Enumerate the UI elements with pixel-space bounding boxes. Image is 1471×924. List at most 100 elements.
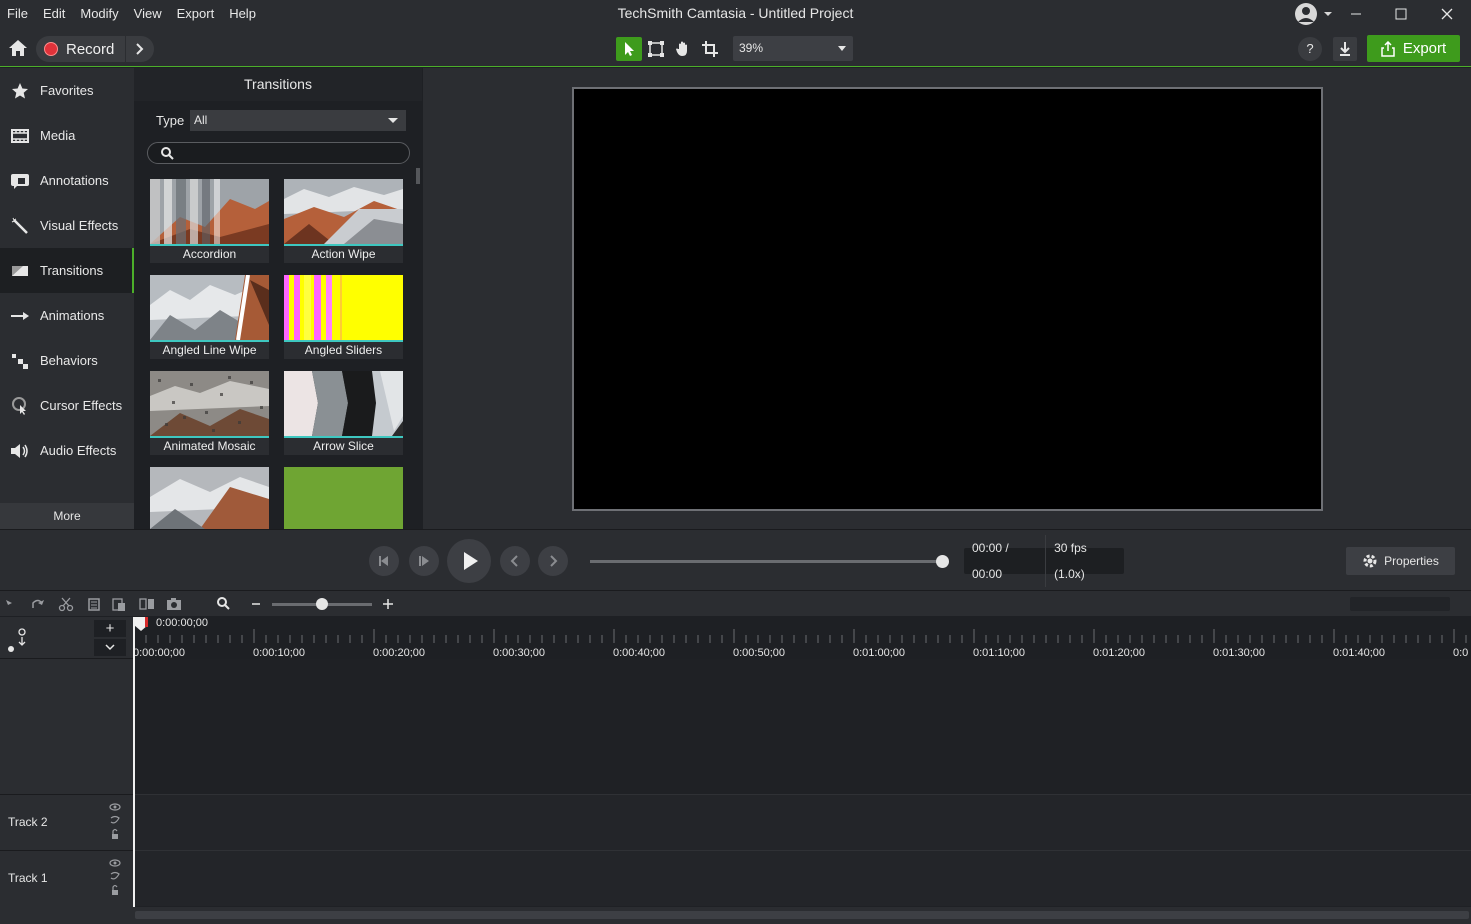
record-options-button[interactable] (126, 36, 154, 62)
sidebar-item-audio-effects[interactable]: Audio Effects (0, 428, 134, 473)
zoom-value: 39% (739, 41, 764, 55)
transition-thumb-angled-sliders[interactable]: Angled Sliders (284, 275, 403, 359)
scrub-track[interactable] (590, 560, 942, 563)
paste-button[interactable] (111, 596, 127, 612)
track-lane-1[interactable] (133, 850, 1471, 906)
sidebar-item-favorites[interactable]: Favorites (0, 68, 134, 113)
track-visibility-icon[interactable] (108, 857, 122, 901)
zoom-in-button[interactable] (380, 596, 396, 612)
playhead-handle[interactable] (134, 617, 148, 631)
scrollbar-thumb[interactable] (135, 911, 1469, 919)
type-value: All (194, 113, 208, 127)
redo-button[interactable] (30, 596, 46, 612)
play-button[interactable] (447, 539, 491, 583)
preview-canvas[interactable] (572, 87, 1323, 511)
redo-icon (32, 599, 44, 608)
undo-button[interactable] (4, 596, 20, 612)
timeline-ruler[interactable]: 0:00:00;00 0:00:00;00 0:00:10;00 0:00:20… (133, 617, 1471, 659)
snapshot-button[interactable] (166, 596, 182, 612)
menu-help[interactable]: Help (222, 0, 264, 28)
transition-thumb-7[interactable] (150, 467, 269, 529)
sidebar-item-visual-effects[interactable]: Visual Effects (0, 203, 134, 248)
cut-button[interactable] (58, 596, 74, 612)
copy-button[interactable] (86, 596, 102, 612)
collapse-tracks-button[interactable] (94, 639, 126, 656)
search-input[interactable] (147, 142, 410, 164)
type-select[interactable]: All (190, 110, 406, 131)
download-button[interactable] (1333, 37, 1357, 61)
track-lane-2[interactable] (133, 794, 1471, 850)
menu-export[interactable]: Export (170, 0, 223, 28)
timeline-overview-bar[interactable] (1350, 597, 1450, 611)
magnetic-track-button[interactable] (6, 623, 28, 655)
sidebar-item-transitions[interactable]: Transitions (0, 248, 134, 293)
track-controls: + (0, 617, 133, 659)
sidebar-item-behaviors[interactable]: Behaviors (0, 338, 134, 383)
transform-tool-button[interactable] (643, 37, 669, 61)
sidebar-item-annotations[interactable]: Annotations (0, 158, 134, 203)
menu-file[interactable]: File (0, 0, 36, 28)
transition-thumb-accordion[interactable]: Accordion (150, 179, 269, 263)
ruler-ticks (133, 629, 1467, 643)
minimize-button[interactable] (1346, 5, 1366, 23)
add-track-button[interactable]: + (94, 620, 126, 637)
step-back-button[interactable] (369, 546, 399, 576)
transition-thumb-animated-mosaic[interactable]: Animated Mosaic (150, 371, 269, 455)
help-button[interactable]: ? (1298, 37, 1322, 61)
menu-view[interactable]: View (127, 0, 170, 28)
track-header-1[interactable]: Track 1 (0, 850, 133, 905)
sidebar-item-cursor-effects[interactable]: Cursor Effects (0, 383, 134, 428)
menu-modify[interactable]: Modify (73, 0, 126, 28)
timeline-zoom-handle[interactable] (316, 598, 328, 610)
ruler-label: 0:00:40;00 (613, 647, 665, 659)
playhead-line[interactable] (133, 617, 135, 907)
step-forward-button[interactable] (409, 546, 439, 576)
close-icon (1441, 8, 1453, 20)
search-icon (161, 147, 174, 160)
transition-thumb-arrow-slice[interactable]: Arrow Slice (284, 371, 403, 455)
playback-bar: 00:00 / 00:00 30 fps (1.0x) Properties (0, 529, 1471, 590)
panel-scrollbar[interactable] (416, 168, 420, 184)
scrub-handle[interactable] (936, 555, 949, 568)
sidebar-item-label: Audio Effects (40, 443, 117, 458)
timecode-display: 00:00 / 00:00 30 fps (1.0x) (964, 535, 1124, 587)
transition-thumb-action-wipe[interactable]: Action Wipe (284, 179, 403, 263)
timeline-horizontal-scrollbar[interactable] (133, 907, 1471, 924)
more-button[interactable]: More (0, 503, 134, 529)
menu-edit[interactable]: Edit (36, 0, 73, 28)
behaviors-icon (10, 351, 30, 371)
close-window-button[interactable] (1437, 5, 1457, 23)
pan-tool-button[interactable] (670, 37, 696, 61)
select-tool-button[interactable] (616, 37, 642, 61)
sidebar-item-animations[interactable]: Animations (0, 293, 134, 338)
user-avatar-icon (1295, 3, 1332, 25)
split-button[interactable] (139, 596, 155, 612)
home-button[interactable] (7, 37, 29, 59)
timeline-body[interactable] (133, 659, 1471, 907)
zoom-select[interactable]: 39% (733, 36, 853, 61)
crop-tool-button[interactable] (697, 37, 723, 61)
thumb-accent-bar (150, 244, 269, 246)
record-label: Record (66, 40, 115, 58)
previous-marker-button[interactable] (500, 546, 530, 576)
properties-button[interactable]: Properties (1346, 547, 1455, 575)
sidebar-item-media[interactable]: Media (0, 113, 134, 158)
maximize-button[interactable] (1391, 5, 1411, 23)
scissors-icon (58, 597, 74, 612)
track-visibility-icon[interactable] (108, 801, 122, 845)
ruler-label: 0:01:10;00 (973, 647, 1025, 659)
export-button[interactable]: Export (1367, 35, 1460, 62)
next-marker-button[interactable] (538, 546, 568, 576)
zoom-fit-button[interactable] (216, 596, 232, 612)
magic-wand-icon (10, 216, 30, 236)
pointer-icon (625, 42, 634, 56)
thumb-label: Angled Sliders (304, 343, 383, 357)
transition-thumb-angled-line-wipe[interactable]: Angled Line Wipe (150, 275, 269, 359)
transition-thumb-8[interactable] (284, 467, 403, 529)
account-button[interactable] (1293, 2, 1333, 26)
chevron-right-icon (136, 43, 144, 55)
zoom-out-button[interactable] (248, 596, 264, 612)
record-button[interactable]: Record (36, 36, 125, 62)
crop-icon (702, 41, 718, 57)
track-header-2[interactable]: Track 2 (0, 794, 133, 849)
